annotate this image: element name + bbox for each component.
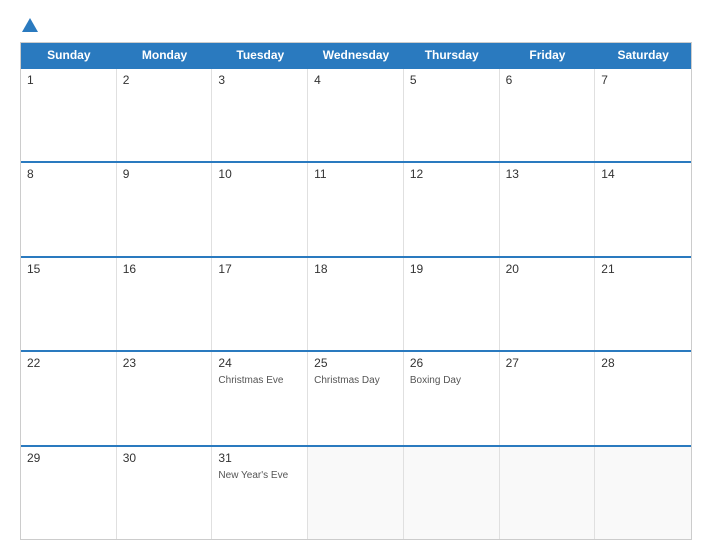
calendar-cell: 12 xyxy=(404,163,500,255)
day-header-sunday: Sunday xyxy=(21,43,117,67)
calendar-cell: 15 xyxy=(21,258,117,350)
date-number: 5 xyxy=(410,73,493,87)
calendar-cell: 17 xyxy=(212,258,308,350)
date-number: 2 xyxy=(123,73,206,87)
calendar-cell: 5 xyxy=(404,69,500,161)
date-number: 9 xyxy=(123,167,206,181)
calendar-cell: 28 xyxy=(595,352,691,444)
calendar-cell: 31 New Year's Eve xyxy=(212,447,308,539)
week-row-5: 29 30 31 New Year's Eve xyxy=(21,445,691,539)
calendar-cell: 26 Boxing Day xyxy=(404,352,500,444)
day-header-wednesday: Wednesday xyxy=(308,43,404,67)
calendar-cell: 13 xyxy=(500,163,596,255)
calendar-cell: 14 xyxy=(595,163,691,255)
date-number: 31 xyxy=(218,451,301,465)
date-number: 11 xyxy=(314,167,397,181)
calendar-cell: 18 xyxy=(308,258,404,350)
calendar-cell: 21 xyxy=(595,258,691,350)
calendar-cell: 29 xyxy=(21,447,117,539)
date-number: 29 xyxy=(27,451,110,465)
date-number: 21 xyxy=(601,262,685,276)
logo xyxy=(20,18,40,32)
calendar-cell: 24 Christmas Eve xyxy=(212,352,308,444)
date-number: 12 xyxy=(410,167,493,181)
calendar-cell xyxy=(595,447,691,539)
date-number: 22 xyxy=(27,356,110,370)
date-number: 19 xyxy=(410,262,493,276)
cell-event: New Year's Eve xyxy=(218,469,301,482)
date-number: 18 xyxy=(314,262,397,276)
date-number: 10 xyxy=(218,167,301,181)
date-number: 25 xyxy=(314,356,397,370)
date-number: 23 xyxy=(123,356,206,370)
date-number: 16 xyxy=(123,262,206,276)
week-row-1: 1234567 xyxy=(21,67,691,161)
date-number: 24 xyxy=(218,356,301,370)
calendar-grid: SundayMondayTuesdayWednesdayThursdayFrid… xyxy=(20,42,692,540)
calendar-cell: 27 xyxy=(500,352,596,444)
date-number: 15 xyxy=(27,262,110,276)
calendar-cell: 10 xyxy=(212,163,308,255)
calendar-cell: 20 xyxy=(500,258,596,350)
calendar-cell: 11 xyxy=(308,163,404,255)
date-number: 1 xyxy=(27,73,110,87)
date-number: 14 xyxy=(601,167,685,181)
week-row-4: 22 23 24 Christmas Eve 25 Christmas Day 26 Boxi… xyxy=(21,350,691,444)
cell-event: Christmas Day xyxy=(314,374,397,387)
calendar-cell: 16 xyxy=(117,258,213,350)
calendar-cell: 7 xyxy=(595,69,691,161)
calendar-cell: 8 xyxy=(21,163,117,255)
calendar-cell xyxy=(404,447,500,539)
logo-triangle-icon xyxy=(22,18,38,32)
cell-event: Boxing Day xyxy=(410,374,493,387)
day-header-tuesday: Tuesday xyxy=(212,43,308,67)
date-number: 27 xyxy=(506,356,589,370)
calendar-cell xyxy=(500,447,596,539)
date-number: 30 xyxy=(123,451,206,465)
calendar-cell: 1 xyxy=(21,69,117,161)
calendar-cell: 19 xyxy=(404,258,500,350)
calendar-page: SundayMondayTuesdayWednesdayThursdayFrid… xyxy=(0,0,712,550)
week-row-3: 15 16 17 18 19 20 21 xyxy=(21,256,691,350)
calendar-cell: 23 xyxy=(117,352,213,444)
date-number: 13 xyxy=(506,167,589,181)
date-number: 7 xyxy=(601,73,685,87)
days-header: SundayMondayTuesdayWednesdayThursdayFrid… xyxy=(21,43,691,67)
calendar-cell: 4 xyxy=(308,69,404,161)
cell-event: Christmas Eve xyxy=(218,374,301,387)
day-header-thursday: Thursday xyxy=(404,43,500,67)
date-number: 3 xyxy=(218,73,301,87)
date-number: 8 xyxy=(27,167,110,181)
calendar-cell: 3 xyxy=(212,69,308,161)
date-number: 6 xyxy=(506,73,589,87)
calendar-cell: 22 xyxy=(21,352,117,444)
day-header-friday: Friday xyxy=(500,43,596,67)
date-number: 20 xyxy=(506,262,589,276)
calendar-cell: 6 xyxy=(500,69,596,161)
header xyxy=(20,18,692,32)
calendar-cell: 2 xyxy=(117,69,213,161)
date-number: 17 xyxy=(218,262,301,276)
day-header-monday: Monday xyxy=(117,43,213,67)
calendar-cell xyxy=(308,447,404,539)
day-header-saturday: Saturday xyxy=(595,43,691,67)
week-row-2: 89 10 11 12 13 14 xyxy=(21,161,691,255)
calendar-cell: 30 xyxy=(117,447,213,539)
calendar-body: 123456789101112131415161718192021222324C… xyxy=(21,67,691,539)
date-number: 28 xyxy=(601,356,685,370)
date-number: 26 xyxy=(410,356,493,370)
calendar-cell: 9 xyxy=(117,163,213,255)
calendar-cell: 25 Christmas Day xyxy=(308,352,404,444)
date-number: 4 xyxy=(314,73,397,87)
